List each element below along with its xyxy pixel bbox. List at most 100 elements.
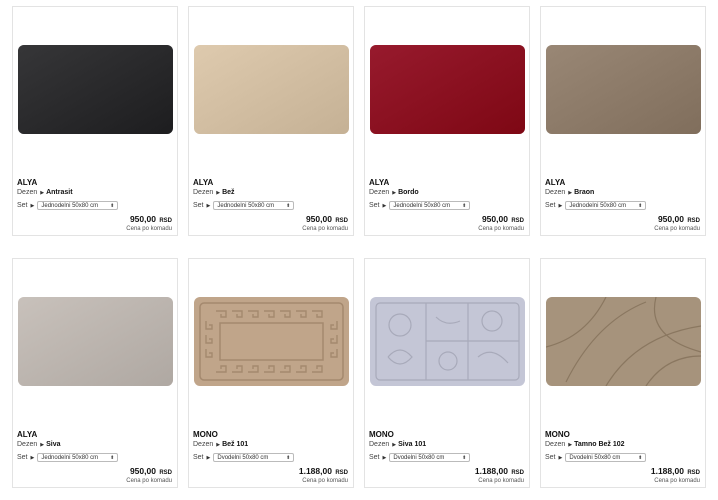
product-card[interactable]: ALYA Dezen ▶ Antrasit Set ▶ Jednodelni 5… [12, 6, 178, 236]
price-unit: Cena po komadu [126, 478, 172, 484]
product-name[interactable]: MONO [193, 430, 218, 439]
price: 1.188,00 RSD [475, 466, 524, 476]
updown-icon: ⬍ [638, 203, 643, 209]
product-image[interactable] [370, 297, 525, 386]
product-card[interactable]: ALYA Dezen ▶ Siva Set ▶ Jednodelni 50x80… [12, 258, 178, 488]
dezen-label: Dezen [545, 189, 566, 196]
updown-icon: ⬍ [110, 203, 115, 209]
product-card[interactable]: ALYA Dezen ▶ Braon Set ▶ Jednodelni 50x8… [540, 6, 706, 236]
dezen-row: Dezen ▶ Siva [17, 441, 61, 448]
price-unit: Cena po komadu [654, 478, 700, 484]
dezen-label: Dezen [369, 189, 390, 196]
rug-illustration [370, 45, 525, 134]
dezen-row: Dezen ▶ Bež 101 [193, 441, 248, 448]
price-value: 950,00 [481, 214, 508, 224]
product-name[interactable]: ALYA [17, 178, 37, 187]
price-unit: Cena po komadu [302, 478, 348, 484]
caret-right-icon: ▶ [216, 189, 221, 196]
dezen-value: Siva [46, 441, 61, 448]
caret-right-icon: ▶ [216, 441, 221, 448]
set-select[interactable]: Jednodelni 50x80 cm ⬍ [37, 201, 119, 210]
product-card[interactable]: ALYA Dezen ▶ Bež Set ▶ Jednodelni 50x80 … [188, 6, 354, 236]
caret-right-icon: ▶ [568, 189, 573, 196]
set-label: Set [545, 202, 556, 209]
product-card[interactable]: ALYA Dezen ▶ Bordo Set ▶ Jednodelni 50x8… [364, 6, 530, 236]
product-image[interactable] [18, 297, 173, 386]
set-row: Set ▶ Jednodelni 50x80 cm ⬍ [545, 201, 647, 210]
set-label: Set [545, 454, 556, 461]
set-select[interactable]: Jednodelni 50x80 cm ⬍ [565, 201, 647, 210]
currency: RSD [335, 218, 348, 224]
currency: RSD [511, 218, 524, 224]
price: 950,00 RSD [482, 214, 524, 224]
dezen-label: Dezen [17, 441, 38, 448]
set-label: Set [369, 202, 380, 209]
currency: RSD [687, 218, 700, 224]
set-select-value: Dvodelni 50x80 cm [217, 455, 269, 461]
set-select[interactable]: Jednodelni 50x80 cm ⬍ [389, 201, 471, 210]
product-image[interactable] [546, 45, 701, 134]
caret-right-icon: ▶ [382, 202, 387, 209]
product-image[interactable] [194, 297, 349, 386]
product-image[interactable] [18, 45, 173, 134]
currency: RSD [159, 218, 172, 224]
set-select-value: Jednodelni 50x80 cm [41, 455, 99, 461]
set-row: Set ▶ Dvodelni 50x80 cm ⬍ [369, 453, 471, 462]
price-unit: Cena po komadu [654, 226, 700, 232]
product-image[interactable] [370, 45, 525, 134]
updown-icon: ⬍ [462, 455, 467, 461]
dezen-label: Dezen [17, 189, 38, 196]
rug-illustration [546, 297, 701, 386]
price-value: 950,00 [129, 466, 156, 476]
dezen-label: Dezen [369, 441, 390, 448]
product-name[interactable]: ALYA [17, 430, 37, 439]
caret-right-icon: ▶ [382, 454, 387, 461]
set-row: Set ▶ Dvodelni 50x80 cm ⬍ [193, 453, 295, 462]
product-name[interactable]: ALYA [545, 178, 565, 187]
product-name[interactable]: ALYA [369, 178, 389, 187]
dezen-value: Siva 101 [398, 441, 427, 448]
set-label: Set [193, 454, 204, 461]
caret-right-icon: ▶ [558, 202, 563, 209]
set-select[interactable]: Dvodelni 50x80 cm ⬍ [565, 453, 647, 462]
price: 950,00 RSD [306, 214, 348, 224]
price-unit: Cena po komadu [126, 226, 172, 232]
dezen-value: Braon [574, 189, 595, 196]
dezen-row: Dezen ▶ Antrasit [17, 189, 73, 196]
set-row: Set ▶ Jednodelni 50x80 cm ⬍ [17, 201, 119, 210]
caret-right-icon: ▶ [392, 441, 397, 448]
rug-illustration [18, 297, 173, 386]
product-image[interactable] [194, 45, 349, 134]
product-name[interactable]: MONO [369, 430, 394, 439]
price-value: 1.188,00 [474, 466, 508, 476]
set-select[interactable]: Jednodelni 50x80 cm ⬍ [213, 201, 295, 210]
caret-right-icon: ▶ [30, 454, 35, 461]
set-select[interactable]: Jednodelni 50x80 cm ⬍ [37, 453, 119, 462]
updown-icon: ⬍ [638, 455, 643, 461]
price: 950,00 RSD [130, 214, 172, 224]
rug-illustration [370, 297, 525, 386]
set-select[interactable]: Dvodelni 50x80 cm ⬍ [389, 453, 471, 462]
price: 1.188,00 RSD [299, 466, 348, 476]
set-label: Set [17, 454, 28, 461]
set-select-value: Dvodelni 50x80 cm [393, 455, 445, 461]
dezen-value: Tamno Bež 102 [574, 441, 625, 448]
product-name[interactable]: ALYA [193, 178, 213, 187]
product-name[interactable]: MONO [545, 430, 570, 439]
currency: RSD [159, 470, 172, 476]
dezen-row: Dezen ▶ Tamno Bež 102 [545, 441, 625, 448]
caret-right-icon: ▶ [558, 454, 563, 461]
rug-illustration [194, 45, 349, 134]
product-card[interactable]: MONO Dezen ▶ Siva 101 Set ▶ Dvodelni 50x… [364, 258, 530, 488]
set-label: Set [193, 202, 204, 209]
updown-icon: ⬍ [110, 455, 115, 461]
product-card[interactable]: MONO Dezen ▶ Bež 101 Set ▶ Dvodelni 50x8… [188, 258, 354, 488]
set-select[interactable]: Dvodelni 50x80 cm ⬍ [213, 453, 295, 462]
updown-icon: ⬍ [462, 203, 467, 209]
product-image[interactable] [546, 297, 701, 386]
price-unit: Cena po komadu [478, 478, 524, 484]
product-card[interactable]: MONO Dezen ▶ Tamno Bež 102 Set ▶ Dvodeln… [540, 258, 706, 488]
price: 1.188,00 RSD [651, 466, 700, 476]
dezen-value: Antrasit [46, 189, 73, 196]
caret-right-icon: ▶ [206, 454, 211, 461]
